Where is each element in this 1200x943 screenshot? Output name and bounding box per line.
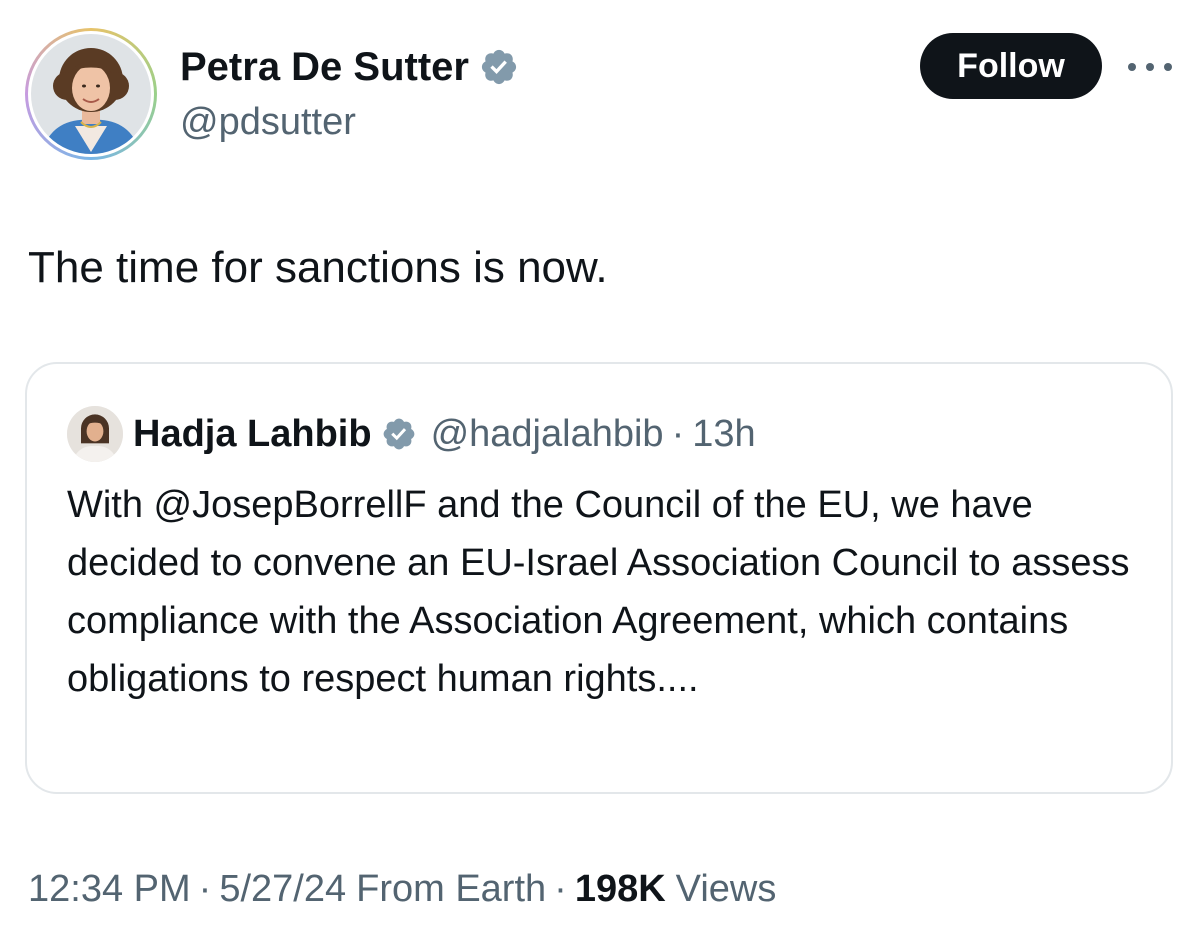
quoted-tweet-card[interactable]: Hadja Lahbib @hadjalahbib · 13h With @Jo… xyxy=(25,362,1173,794)
quoted-tweet-time[interactable]: 13h xyxy=(692,413,755,456)
portrait-image xyxy=(31,34,151,154)
quoted-tweet-header: Hadja Lahbib @hadjalahbib · 13h xyxy=(133,408,756,460)
more-dot xyxy=(1128,63,1136,71)
follow-button[interactable]: Follow xyxy=(920,33,1102,99)
tweet-source: From Earth xyxy=(356,868,547,910)
more-dot xyxy=(1146,63,1154,71)
more-horizontal-icon[interactable] xyxy=(1128,52,1172,82)
verified-badge-icon[interactable] xyxy=(381,416,417,452)
separator-dot: · xyxy=(554,868,567,910)
author-name[interactable]: Petra De Sutter xyxy=(180,44,519,90)
verified-badge-icon[interactable] xyxy=(479,47,519,87)
author-avatar-image xyxy=(28,31,154,157)
tweet-text: The time for sanctions is now. xyxy=(28,243,608,292)
more-dot xyxy=(1164,63,1172,71)
tweet-date[interactable]: 5/27/24 xyxy=(219,862,346,916)
quoted-author-avatar[interactable] xyxy=(67,406,123,462)
author-avatar[interactable] xyxy=(25,28,157,160)
separator-dot: · xyxy=(671,412,685,455)
portrait-image xyxy=(67,406,123,462)
author-name-text[interactable]: Petra De Sutter xyxy=(180,44,469,90)
tweet-time[interactable]: 12:34 PM xyxy=(28,862,191,916)
separator-dot: · xyxy=(198,868,212,910)
views-label[interactable]: Views xyxy=(676,862,777,916)
views-count[interactable]: 198K xyxy=(575,862,666,916)
quoted-tweet-text: With @JosepBorrellF and the Council of t… xyxy=(67,484,1130,700)
tweet-meta: 12:34 PM · 5/27/24 From Earth · 198K Vie… xyxy=(28,862,776,916)
quoted-author-handle[interactable]: @hadjalahbib xyxy=(431,413,664,456)
author-handle[interactable]: @pdsutter xyxy=(180,100,356,144)
quoted-author-name[interactable]: Hadja Lahbib xyxy=(133,413,372,456)
